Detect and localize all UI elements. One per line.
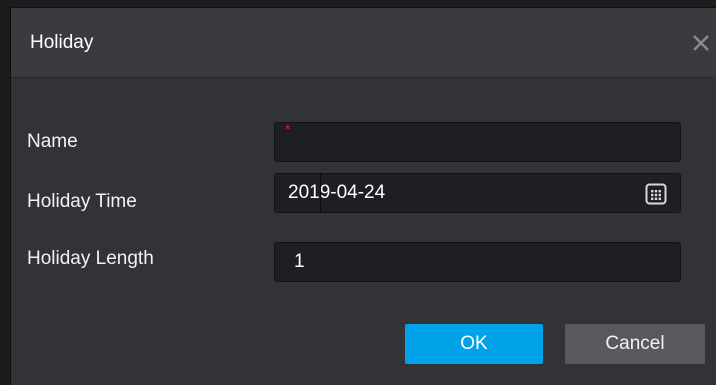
holiday-time-input[interactable]	[274, 173, 681, 213]
cancel-button[interactable]: Cancel	[565, 324, 705, 364]
dialog-title: Holiday	[30, 32, 94, 53]
holiday-length-input[interactable]	[274, 242, 681, 282]
dialog-titlebar[interactable]: Holiday	[11, 8, 716, 78]
name-input[interactable]	[274, 122, 681, 162]
holiday-length-label: Holiday Length	[27, 248, 154, 269]
holiday-time-label: Holiday Time	[27, 191, 137, 212]
date-field-divider	[320, 173, 321, 213]
name-label: Name	[27, 131, 78, 152]
close-icon[interactable]	[690, 32, 712, 54]
ok-button[interactable]: OK	[405, 324, 543, 364]
calendar-icon[interactable]	[645, 183, 667, 205]
